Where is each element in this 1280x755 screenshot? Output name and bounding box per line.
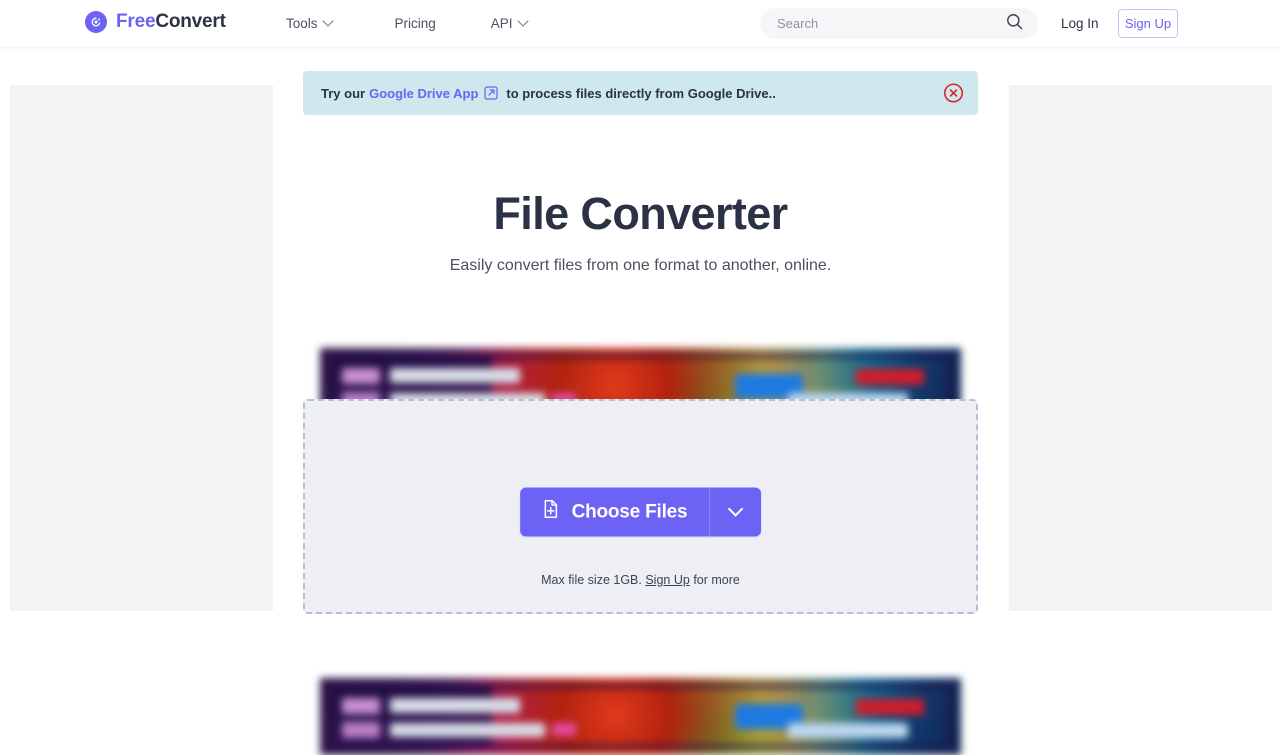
page-body: Try our Google Drive App to process file…: [0, 47, 1280, 755]
banner-tail-text: to process files directly from Google Dr…: [506, 85, 776, 101]
choose-files-dropdown-button[interactable]: [709, 487, 762, 537]
google-drive-banner-text: Try our Google Drive App to process file…: [321, 85, 776, 101]
google-drive-app-link[interactable]: Google Drive App: [369, 86, 478, 101]
signup-button[interactable]: Sign Up: [1118, 9, 1178, 38]
file-plus-icon: [540, 499, 561, 526]
max-file-size-note: Max file size 1GB. Sign Up for more: [305, 571, 976, 589]
search-box[interactable]: [760, 8, 1038, 39]
signup-inline-link[interactable]: Sign Up: [645, 573, 689, 587]
google-drive-banner: Try our Google Drive App to process file…: [303, 71, 978, 115]
top-navbar: FreeConvert Tools Pricing API Log In Sig…: [0, 0, 1280, 47]
chevron-down-icon: [728, 501, 744, 517]
nav-item-pricing[interactable]: Pricing: [395, 0, 436, 47]
nav-item-pricing-label: Pricing: [394, 16, 436, 31]
brand-wordmark: FreeConvert: [116, 11, 226, 33]
choose-files-label: Choose Files: [571, 501, 688, 522]
chevron-down-icon: [321, 14, 334, 27]
search-icon[interactable]: [1005, 12, 1024, 36]
file-dropzone[interactable]: Choose Files Max file size 1GB. Sign Up …: [303, 399, 978, 614]
chevron-down-icon: [516, 14, 529, 27]
nav-item-tools-label: Tools: [286, 16, 318, 31]
nav-item-api-label: API: [490, 16, 513, 31]
nav-item-api[interactable]: API: [490, 0, 529, 47]
bottom-ad-banner[interactable]: [320, 678, 961, 755]
brand-logo[interactable]: FreeConvert: [85, 11, 226, 33]
choose-files-button[interactable]: Choose Files: [519, 487, 710, 537]
close-circle-icon[interactable]: [943, 83, 964, 104]
right-ad-rail: [1009, 85, 1272, 611]
brand-word-free: Free: [116, 11, 156, 32]
left-ad-rail: [10, 85, 273, 611]
brand-word-convert: Convert: [155, 11, 226, 32]
page-subtitle: Easily convert files from one format to …: [449, 257, 832, 274]
nav-item-tools[interactable]: Tools: [286, 0, 334, 47]
banner-lead-text: Try our: [321, 85, 366, 101]
ad-frame: [329, 685, 952, 748]
max-file-size-prefix: Max file size 1GB.: [541, 573, 642, 587]
page-title: File Converter: [493, 188, 788, 239]
max-file-size-suffix: for more: [693, 573, 740, 587]
choose-files-group: Choose Files: [519, 487, 762, 537]
login-link[interactable]: Log In: [1061, 0, 1099, 47]
refresh-circle-icon: [85, 11, 107, 33]
external-link-icon[interactable]: [483, 85, 499, 101]
search-input[interactable]: [777, 8, 999, 39]
primary-nav: Tools Pricing API: [286, 0, 529, 47]
